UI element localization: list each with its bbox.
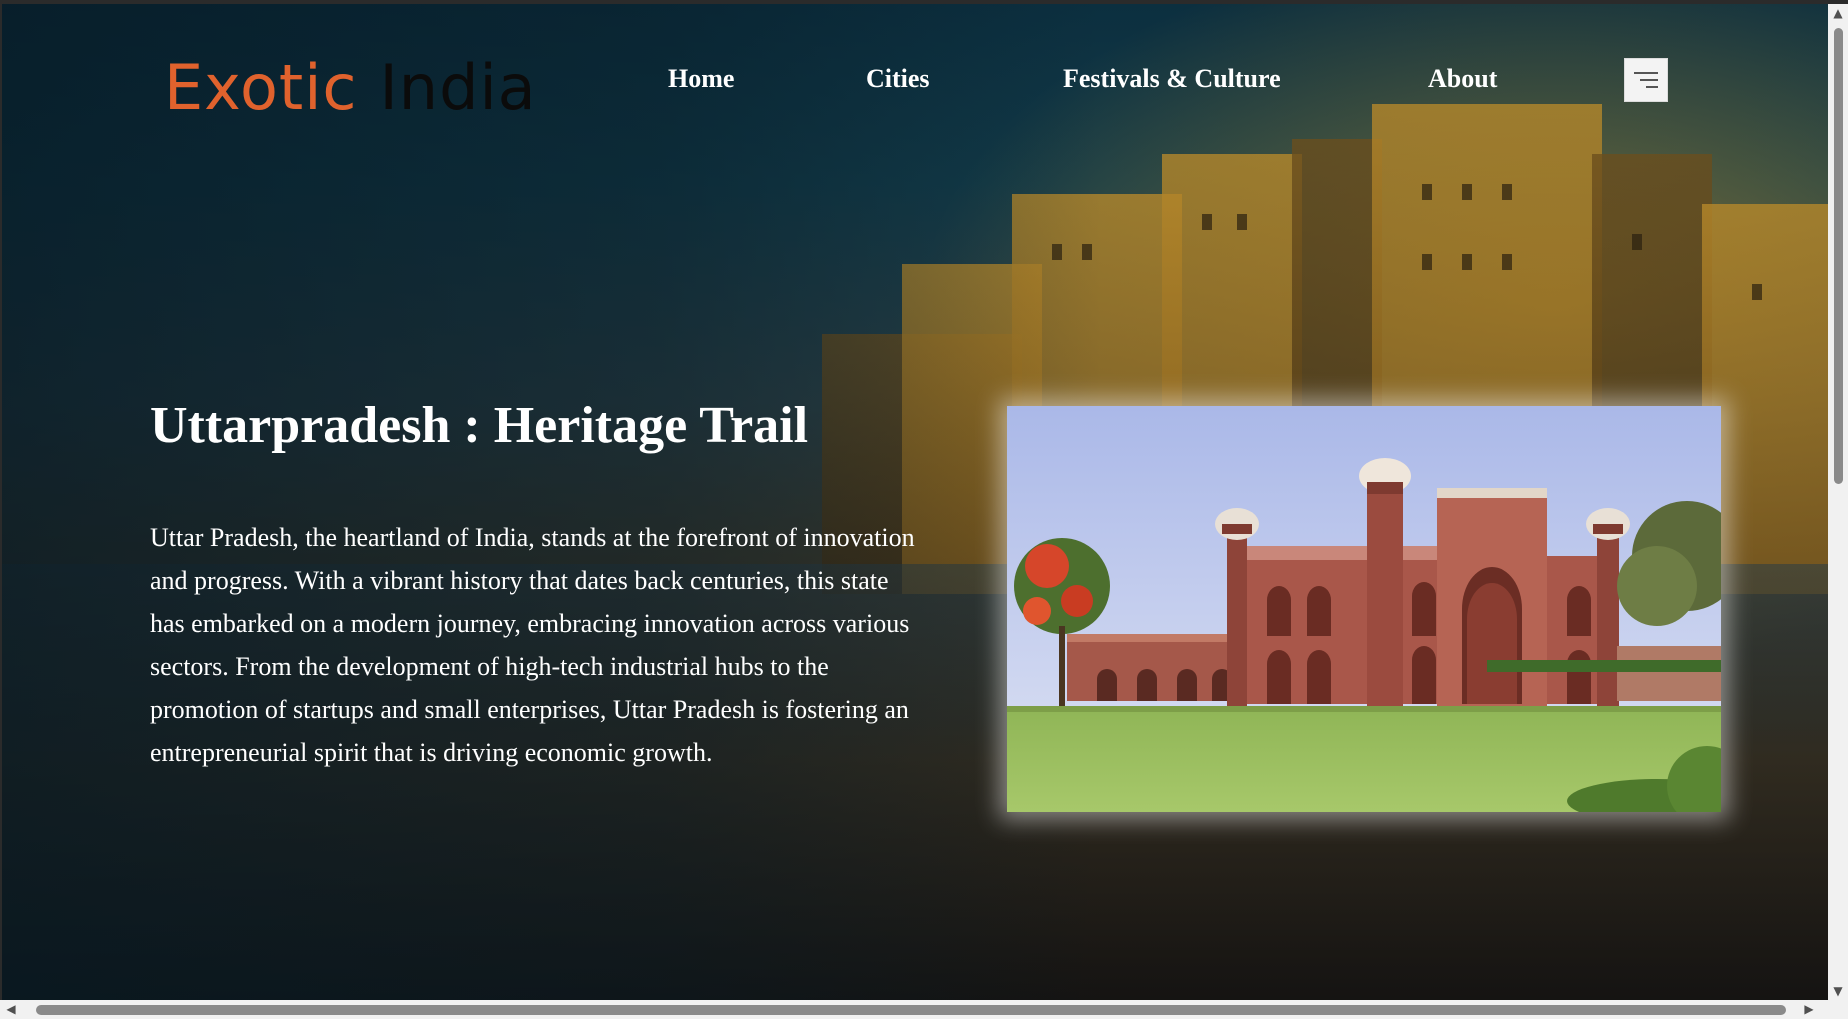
scroll-left-icon[interactable]: ◀ [2, 1000, 20, 1019]
hamburger-menu-icon[interactable] [1624, 58, 1668, 102]
horizontal-scrollbar[interactable]: ◀ ▶ [0, 1000, 1848, 1019]
nav-festivals-culture[interactable]: Festivals & Culture [1063, 64, 1281, 94]
nav-cities[interactable]: Cities [866, 64, 930, 94]
hero-background: Exotic India Home Cities Festivals & Cul… [2, 4, 1828, 1000]
hero-description: Uttar Pradesh, the heartland of India, s… [150, 523, 915, 767]
page-title: Uttarpradesh : Heritage Trail [150, 397, 809, 454]
site-logo[interactable]: Exotic India [164, 44, 537, 130]
logo-word-exotic: Exotic [164, 50, 358, 124]
nav-about[interactable]: About [1428, 64, 1497, 94]
logo-word-india: India [379, 50, 537, 124]
nav-home[interactable]: Home [668, 64, 734, 94]
vertical-scrollbar[interactable]: ▲ ▼ [1828, 4, 1848, 1000]
scroll-up-icon[interactable]: ▲ [1828, 4, 1848, 22]
scroll-down-icon[interactable]: ▼ [1828, 982, 1848, 1000]
scroll-right-icon[interactable]: ▶ [1800, 1000, 1818, 1019]
heritage-photo [1007, 406, 1721, 812]
red-fort-gate-image [1007, 406, 1721, 812]
vertical-scroll-thumb[interactable] [1834, 28, 1843, 484]
horizontal-scroll-thumb[interactable] [36, 1005, 1786, 1015]
